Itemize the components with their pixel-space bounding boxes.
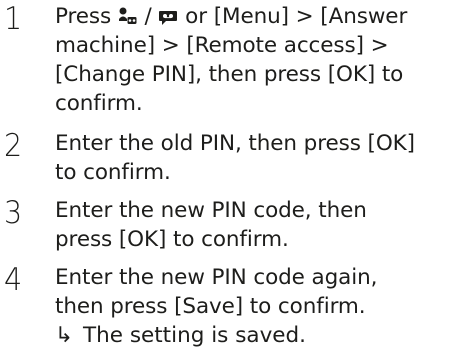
voicemail-icon: [158, 5, 178, 34]
step-number: 4: [4, 262, 23, 298]
step-line: confirm.: [55, 91, 143, 116]
step-line: machine] > [Remote access] >: [55, 33, 389, 58]
step-number: 3: [4, 195, 23, 231]
step-text: Enter the old PIN, then press [OK] to co…: [55, 129, 445, 187]
step-number: 1: [4, 1, 23, 37]
instruction-steps: 1 Press / or [Menu] > [Answer machine] >…: [0, 0, 450, 352]
answering-machine-icon: [118, 5, 138, 34]
step-line: press [OK] to confirm.: [55, 227, 289, 252]
step-text: Enter the new PIN code again, then press…: [55, 263, 445, 321]
step-text-segment: Press: [55, 4, 118, 29]
step-number: 2: [4, 128, 23, 164]
step-text: Enter the new PIN code, then press [OK] …: [55, 196, 445, 254]
step-line: Enter the new PIN code, then: [55, 198, 367, 223]
result-text: The setting is saved.: [83, 323, 307, 348]
step-result: ↳ The setting is saved.: [55, 321, 445, 350]
step-line: to confirm.: [55, 160, 171, 185]
step-line: Enter the old PIN, then press [OK]: [55, 131, 415, 156]
step-line: [Change PIN], then press [OK] to: [55, 62, 404, 87]
step-text: Press / or [Menu] > [Answer machine] > […: [55, 2, 445, 118]
step-line: Press / or [Menu] > [Answer: [55, 2, 445, 31]
step-text-segment: or [Menu] > [Answer: [178, 4, 408, 29]
result-arrow-icon: ↳: [55, 323, 74, 348]
step-line: Enter the new PIN code again,: [55, 265, 378, 290]
step-text-segment: /: [137, 4, 159, 29]
step-line: then press [Save] to confirm.: [55, 294, 366, 319]
